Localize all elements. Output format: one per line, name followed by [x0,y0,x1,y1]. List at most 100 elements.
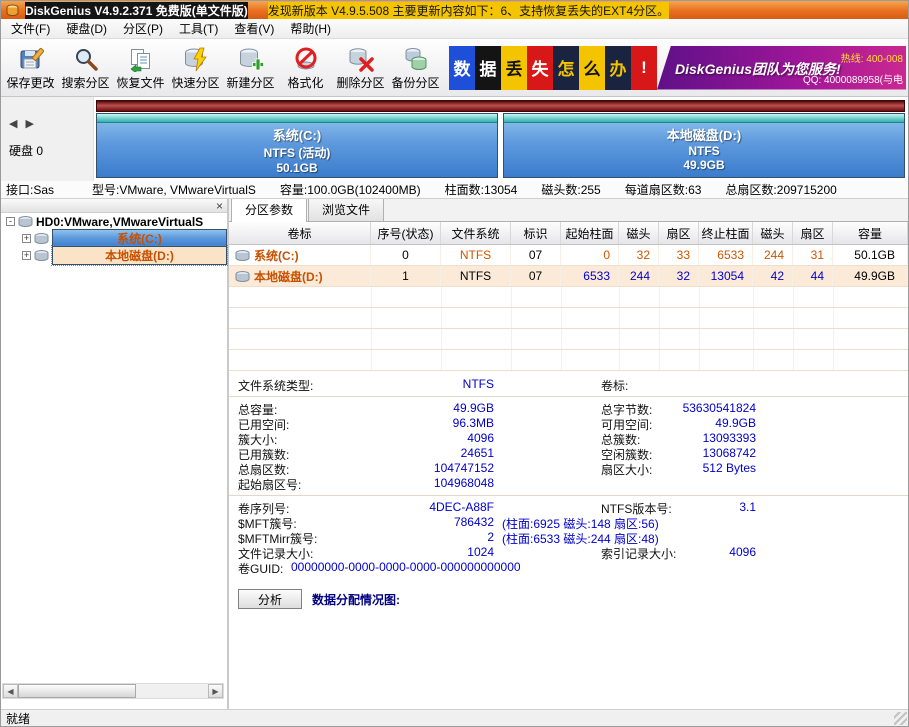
cell-seq: 1 [371,266,441,286]
partition-details: 文件系统类型: NTFS 卷标: 总容量: 49.9GB 总字节数: 53630… [229,371,908,609]
partition-block-top [504,114,904,123]
partition-size: 49.9GB [504,158,904,172]
save-icon [18,45,44,73]
recover-files-icon [128,45,154,73]
detail-row: 文件记录大小: 1024 索引记录大小: 4096 [229,545,908,560]
col-end-cylinder[interactable]: 终止柱面 [699,222,753,244]
col-start-sector[interactable]: 扇区 [659,222,699,244]
detail-value: 2 [369,530,494,544]
search-icon [73,45,99,73]
col-end-head[interactable]: 磁头 [753,222,793,244]
cell-filesystem: NTFS [441,266,511,286]
menu-view[interactable]: 查看(V) [226,18,282,39]
detail-row: 总容量: 49.9GB 总字节数: 53630541824 [229,401,908,416]
detail-row: 卷序列号: 4DEC-A88F NTFS版本号: 3.1 [229,500,908,515]
next-disk-arrow-icon[interactable]: ▶ [25,117,33,130]
empty-table-row [229,287,908,308]
menu-help[interactable]: 帮助(H) [282,18,339,39]
col-start-cylinder[interactable]: 起始柱面 [561,222,619,244]
backup-partition-button[interactable]: 备份分区 [388,41,443,95]
scrollbar-thumb[interactable] [18,684,136,698]
tree-panel-header: × [1,199,227,213]
partition-map: 系统(C:) NTFS (活动) 50.1GB 本地磁盘(D:) NTFS 49… [94,97,908,181]
col-flag[interactable]: 标识 [511,222,561,244]
cell-start-head: 244 [619,266,659,286]
analyze-button[interactable]: 分析 [238,589,302,609]
cell-start-cylinder: 0 [561,245,619,265]
partition-size: 50.1GB [97,161,497,175]
ad-qq: QQ: 4000089958(与电 [803,71,903,86]
volume-name: 系统(C:) [254,247,299,264]
quick-partition-icon [183,45,209,73]
ad-tile: 怎 [553,46,579,90]
partition-icon [34,233,49,244]
save-changes-button[interactable]: 保存更改 [3,41,58,95]
expand-icon[interactable]: + [22,251,31,260]
tree-horizontal-scrollbar[interactable]: ◀ ▶ [2,683,224,699]
analysis-row: 分析 数据分配情况图: [238,589,908,609]
new-partition-button[interactable]: 新建分区 [223,41,278,95]
ad-purple-banner: DiskGenius团队为您服务! 热线: 400-008 QQ: 400008… [657,46,906,90]
partition-block-top [97,114,497,123]
scrollbar-track[interactable] [18,684,208,698]
title-bar: DiskGenius V4.9.2.371 免费版(单文件版) 发现新版本 V4… [1,1,908,19]
cell-end-head: 244 [753,245,793,265]
ad-tile: 丢 [501,46,527,90]
quick-partition-button[interactable]: 快速分区 [168,41,223,95]
detail-row: 卷GUID: 00000000-0000-0000-0000-000000000… [229,560,908,575]
close-panel-icon[interactable]: × [216,201,223,211]
tab-browse-files[interactable]: 浏览文件 [308,199,384,221]
tab-partition-params[interactable]: 分区参数 [231,199,307,222]
col-filesystem[interactable]: 文件系统 [441,222,511,244]
promo-ad-banner[interactable]: 数 据 丢 失 怎 么 办 ! DiskGenius团队为您服务! 热线: 40… [449,46,906,90]
ad-tile: 据 [475,46,501,90]
table-row-partition-d[interactable]: 本地磁盘(D:) 1 NTFS 07 6533 244 32 13054 42 … [229,266,908,287]
disk-name-label: 硬盘 0 [7,142,87,159]
info-value: 13054 [484,183,517,197]
menu-tools[interactable]: 工具(T) [171,18,226,39]
col-start-head[interactable]: 磁头 [619,222,659,244]
table-row-partition-c[interactable]: 系统(C:) 0 NTFS 07 0 32 33 6533 244 31 50.… [229,245,908,266]
partition-block-d[interactable]: 本地磁盘(D:) NTFS 49.9GB [503,113,905,178]
resize-grip[interactable] [894,712,907,725]
button-label: 快速分区 [171,74,219,91]
info-model: 型号:VMware, VMwareVirtualS [92,181,256,198]
button-label: 保存更改 [6,74,54,91]
detail-value: 786432 [369,515,494,529]
allocation-map-label: 数据分配情况图: [312,591,400,608]
format-button[interactable]: 格式化 [278,41,333,95]
menu-partition[interactable]: 分区(P) [115,18,171,39]
app-icon [6,4,19,17]
menu-disk[interactable]: 硬盘(D) [58,18,115,39]
search-partition-button[interactable]: 搜索分区 [58,41,113,95]
toolbar: 保存更改 搜索分区 恢复文件 快速分区 新建分区 格式化 删除分区 备份分区 [1,39,908,97]
button-label: 删除分区 [336,74,384,91]
partition-icon [235,250,250,261]
cell-capacity: 49.9GB [833,266,908,286]
tree-item-disk0[interactable]: - HD0:VMware,VMwareVirtualS [1,213,227,230]
expand-icon[interactable]: + [22,234,31,243]
menu-file[interactable]: 文件(F) [3,18,58,39]
detail-label: 卷GUID: [238,560,283,577]
prev-disk-arrow-icon[interactable]: ◀ [9,117,17,130]
delete-partition-button[interactable]: 删除分区 [333,41,388,95]
info-heads: 磁头数:255 [541,181,600,198]
collapse-icon[interactable]: - [6,217,15,226]
col-seq-status[interactable]: 序号(状态) [371,222,441,244]
detail-row: 起始扇区号: 104968048 [229,476,908,491]
partition-block-c[interactable]: 系统(C:) NTFS (活动) 50.1GB [96,113,498,178]
disk-selector: ◀ ▶ 硬盘 0 [1,97,94,181]
col-capacity[interactable]: 容量 [833,222,908,244]
scroll-right-arrow-icon[interactable]: ▶ [208,684,223,698]
detail-row: $MFTMirr簇号: 2 (柱面:6533 磁头:244 扇区:48) [229,530,908,545]
col-volume-label[interactable]: 卷标 [229,222,371,244]
tree-item-partition-c[interactable]: + 系统(C:) [1,230,227,247]
col-end-sector[interactable]: 扇区 [793,222,833,244]
disk-overview: ◀ ▶ 硬盘 0 系统(C:) NTFS (活动) 50.1GB 本地磁盘(D:… [1,97,908,181]
info-cylinders: 柱面数:13054 [445,181,518,198]
recover-files-button[interactable]: 恢复文件 [113,41,168,95]
cell-start-sector: 32 [659,266,699,286]
button-label: 格式化 [287,74,323,91]
scroll-left-arrow-icon[interactable]: ◀ [3,684,18,698]
tree-item-partition-d[interactable]: + 本地磁盘(D:) [1,247,227,264]
